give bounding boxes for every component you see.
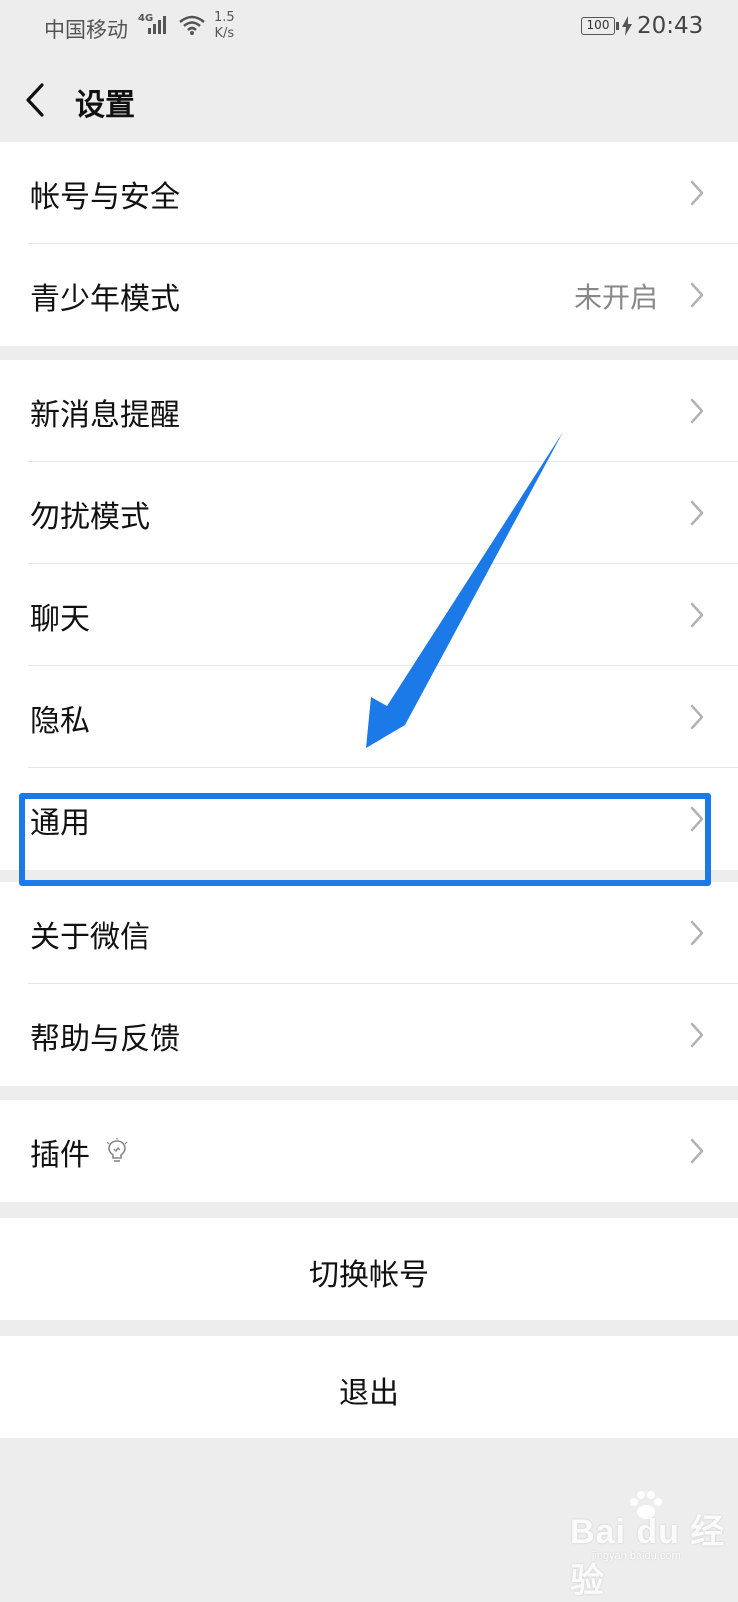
menu-item-about-wechat[interactable]: 关于微信 (0, 882, 738, 984)
baidu-jingyan-watermark: Bai du 经验 jingyan.baidu.com (570, 1490, 730, 1600)
settings-group-account: 帐号与安全 青少年模式 未开启 (0, 142, 738, 346)
menu-item-label: 聊天 (30, 602, 90, 637)
menu-item-general[interactable]: 通用 (0, 768, 738, 870)
chevron-right-icon (690, 806, 704, 832)
chevron-right-icon (690, 1022, 704, 1048)
menu-item-label: 勿扰模式 (30, 500, 150, 535)
menu-item-account-security[interactable]: 帐号与安全 (0, 142, 738, 244)
menu-item-label: 插件 (30, 1138, 90, 1173)
logout-label: 退出 (339, 1376, 399, 1411)
clock: 20:43 (637, 13, 704, 39)
menu-item-plugins[interactable]: 插件 (0, 1100, 738, 1202)
menu-item-privacy[interactable]: 隐私 (0, 666, 738, 768)
chevron-right-icon (690, 1138, 704, 1164)
menu-item-value: 未开启 (573, 281, 658, 314)
menu-item-label: 关于微信 (30, 920, 150, 955)
menu-item-label: 新消息提醒 (30, 398, 180, 433)
menu-item-label: 隐私 (30, 704, 90, 739)
back-button[interactable] (22, 82, 52, 118)
menu-item-label: 青少年模式 (30, 282, 180, 317)
network-speed: 1.5 K/s (214, 10, 235, 42)
menu-item-label: 帐号与安全 (30, 180, 180, 215)
menu-item-help-feedback[interactable]: 帮助与反馈 (0, 984, 738, 1086)
menu-item-label: 帮助与反馈 (30, 1022, 180, 1057)
menu-item-chat[interactable]: 聊天 (0, 564, 738, 666)
switch-account-label: 切换帐号 (309, 1258, 429, 1293)
lightbulb-icon (106, 1138, 128, 1162)
menu-item-new-message-alerts[interactable]: 新消息提醒 (0, 360, 738, 462)
watermark-url: jingyan.baidu.com (592, 1550, 681, 1562)
carrier-name: 中国移动 (44, 18, 128, 42)
speed-unit: K/s (214, 26, 235, 41)
chevron-left-icon (26, 83, 44, 117)
menu-item-do-not-disturb[interactable]: 勿扰模式 (0, 462, 738, 564)
nav-bar: 设置 (0, 56, 738, 142)
speed-value: 1.5 (214, 10, 235, 25)
menu-item-teen-mode[interactable]: 青少年模式 未开启 (0, 244, 738, 346)
logout-button[interactable]: 退出 (0, 1336, 738, 1438)
charging-icon (622, 16, 632, 36)
chevron-right-icon (690, 282, 704, 308)
chevron-right-icon (690, 920, 704, 946)
chevron-right-icon (690, 704, 704, 730)
battery-level: 100 (586, 18, 610, 32)
switch-account-button[interactable]: 切换帐号 (0, 1218, 738, 1320)
chevron-right-icon (690, 602, 704, 628)
chevron-right-icon (690, 180, 704, 206)
status-bar: 中国移动 4G 1.5 K/s 100 20:43 (0, 0, 738, 56)
page-title: 设置 (75, 88, 135, 123)
battery-tip (616, 22, 619, 30)
settings-group-plugins: 插件 (0, 1100, 738, 1202)
chevron-right-icon (690, 398, 704, 424)
menu-item-label: 通用 (30, 806, 90, 841)
chevron-right-icon (690, 500, 704, 526)
wifi-icon (179, 15, 205, 35)
signal-icon (148, 16, 166, 34)
settings-group-general: 新消息提醒 勿扰模式 聊天 隐私 通用 (0, 360, 738, 870)
settings-group-about: 关于微信 帮助与反馈 (0, 882, 738, 1086)
battery-icon: 100 (581, 17, 615, 35)
